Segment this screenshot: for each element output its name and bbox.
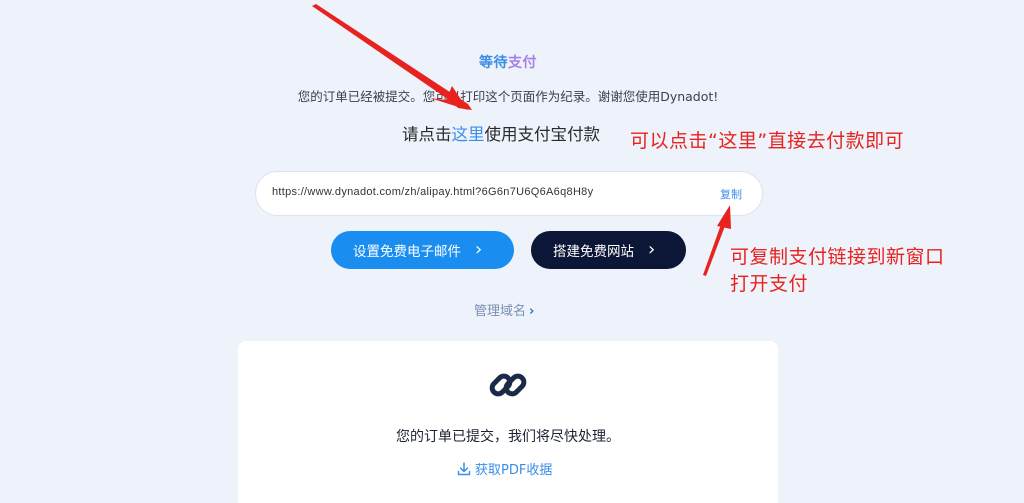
get-pdf-receipt-link[interactable]: 获取PDF收据 bbox=[457, 459, 552, 478]
manage-domain-link[interactable]: 管理域名 › bbox=[474, 300, 534, 319]
payment-prefix: 请点击 bbox=[402, 125, 452, 144]
annotation-click-here: 可以点击“这里”直接去付款即可 bbox=[630, 130, 905, 152]
order-submitted-message: 您的订单已提交，我们将尽快处理。 bbox=[396, 429, 620, 445]
download-icon bbox=[457, 461, 471, 475]
get-pdf-receipt-label: 获取PDF收据 bbox=[475, 463, 553, 478]
chevron-right-icon: › bbox=[475, 239, 483, 260]
annotation-copy-link-line1: 可复制支付链接到新窗口 bbox=[730, 246, 945, 268]
page-title: 等待支付 bbox=[0, 52, 1016, 72]
payment-here-link[interactable]: 这里 bbox=[452, 125, 485, 144]
build-free-site-label: 搭建免费网站 bbox=[553, 244, 634, 260]
setup-free-email-label: 设置免费电子邮件 bbox=[353, 244, 461, 260]
annotation-copy-link-line2: 打开支付 bbox=[730, 273, 809, 295]
payment-instruction: 请点击这里使用支付宝付款 bbox=[402, 121, 600, 145]
copy-button[interactable]: 复制 bbox=[720, 186, 742, 202]
title-part-1: 等待 bbox=[479, 55, 508, 71]
setup-free-email-button[interactable]: 设置免费电子邮件 › bbox=[331, 231, 514, 269]
annotation-arrow-to-copy bbox=[703, 216, 728, 276]
annotation-copy-link: 可复制支付链接到新窗口 打开支付 bbox=[730, 244, 945, 298]
order-submitted-subtitle: 您的订单已经被提交。您可以打印这个页面作为纪录。谢谢您使用Dynadot! bbox=[297, 89, 719, 104]
build-free-site-button[interactable]: 搭建免费网站 › bbox=[531, 231, 686, 269]
manage-domain-label: 管理域名 bbox=[474, 304, 527, 319]
payment-url: https://www.dynadot.com/zh/alipay.html?6… bbox=[272, 186, 594, 198]
link-icon bbox=[489, 373, 527, 397]
chevron-right-icon: › bbox=[648, 239, 656, 260]
chevron-right-icon: › bbox=[529, 304, 535, 319]
payment-suffix: 使用支付宝付款 bbox=[484, 125, 601, 144]
title-part-2: 支付 bbox=[508, 55, 537, 71]
